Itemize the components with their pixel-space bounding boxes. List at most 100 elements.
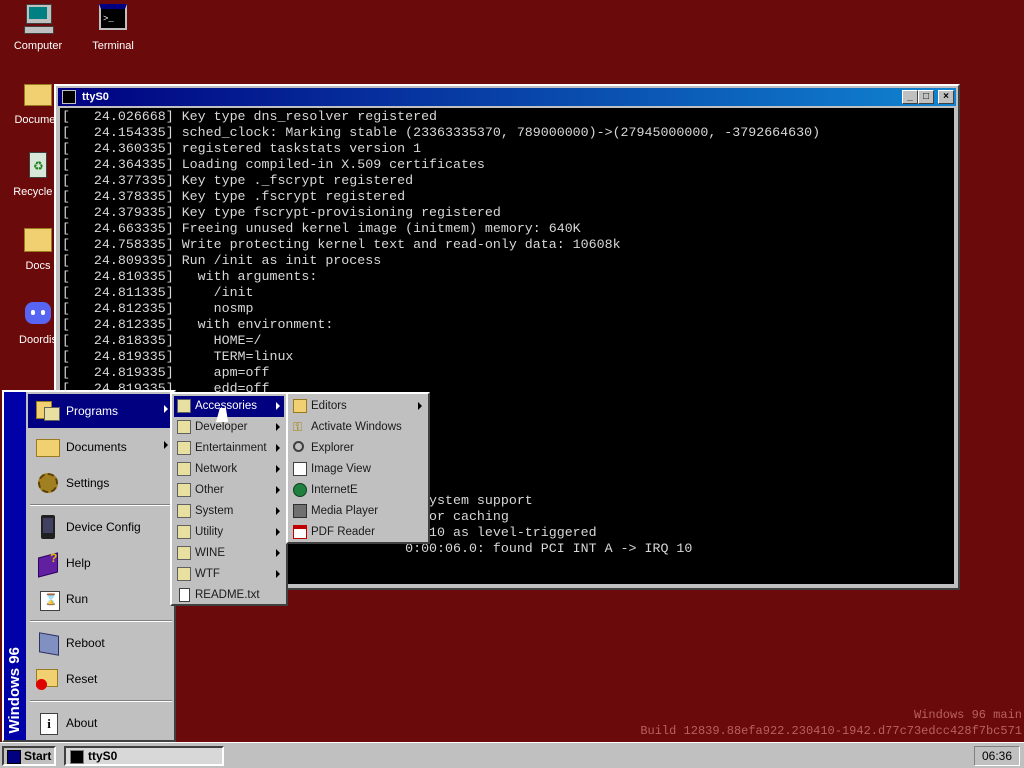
chevron-right-icon — [276, 570, 280, 578]
start-button[interactable]: Start — [2, 746, 56, 766]
start-menu-item-label: Settings — [66, 476, 110, 490]
start-menu-item-label: Programs — [66, 404, 119, 418]
terminal-line: [ 24.818335] HOME=/ — [62, 333, 262, 348]
taskbar-clock: 06:36 — [974, 746, 1020, 766]
programs-item-wtf[interactable]: WTF — [174, 564, 284, 585]
terminal-line: [ 24.758335] Write protecting kernel tex… — [62, 237, 621, 252]
desktop-icon-terminal[interactable]: >_ Terminal — [78, 4, 148, 52]
maximize-button[interactable]: □ — [918, 90, 934, 104]
text-file-icon — [179, 588, 190, 602]
program-group-icon — [177, 483, 191, 497]
chevron-right-icon — [276, 444, 280, 452]
image-view-icon — [293, 462, 307, 476]
terminal-line: [ 24.379335] Key type fscrypt-provisioni… — [62, 205, 501, 220]
terminal-line: [ 24.154335] sched_clock: Marking stable… — [62, 125, 821, 140]
accessories-item-activate-windows[interactable]: ⚿ Activate Windows — [290, 417, 426, 438]
start-menu-item-device-config[interactable]: Device Config — [28, 510, 174, 544]
chevron-right-icon — [276, 486, 280, 494]
computer-icon — [22, 4, 54, 36]
start-menu-item-label: Documents — [66, 440, 127, 454]
key-icon: ⚿ — [293, 420, 303, 434]
minimize-button[interactable]: _ — [902, 90, 918, 104]
accessories-item-explorer[interactable]: Explorer — [290, 438, 426, 459]
accessories-item-label: Editors — [311, 400, 347, 412]
start-menu-item-label: Help — [66, 556, 91, 570]
accessories-item-label: Media Player — [311, 505, 379, 517]
accessories-item-media-player[interactable]: Media Player — [290, 501, 426, 522]
start-menu-item-programs[interactable]: Programs — [28, 394, 174, 428]
documents-icon — [36, 435, 60, 459]
desktop-icon-label: Terminal — [92, 40, 134, 52]
programs-item-system[interactable]: System — [174, 501, 284, 522]
folder-icon — [22, 224, 54, 256]
accessories-item-image-view[interactable]: Image View — [290, 459, 426, 480]
chevron-right-icon — [164, 405, 168, 413]
programs-submenu: Accessories Developer Entertainment Netw… — [170, 392, 288, 606]
programs-icon — [36, 399, 60, 423]
start-menu-item-label: Device Config — [66, 520, 141, 534]
programs-item-label: README.txt — [195, 589, 260, 601]
programs-item-network[interactable]: Network — [174, 459, 284, 480]
terminal-line: [ 24.812335] nosmp — [62, 301, 254, 316]
program-group-icon — [177, 462, 191, 476]
close-button[interactable]: × — [938, 90, 954, 104]
desktop-icon-computer[interactable]: Computer — [3, 4, 73, 52]
accessories-item-editors[interactable]: Editors — [290, 396, 426, 417]
programs-item-readme[interactable]: README.txt — [174, 585, 284, 606]
accessories-item-label: InternetE — [311, 484, 358, 496]
chevron-right-icon — [418, 402, 422, 410]
start-menu-item-run[interactable]: ⌛ Run — [28, 582, 174, 616]
program-group-icon — [177, 399, 191, 413]
terminal-line: [ 24.809335] Run /init as init process — [62, 253, 382, 268]
terminal-line: [ 24.364335] Loading compiled-in X.509 c… — [62, 157, 485, 172]
start-menu-item-reboot[interactable]: Reboot — [28, 626, 174, 660]
accessories-submenu: Editors ⚿ Activate Windows Explorer Imag… — [286, 392, 430, 544]
start-menu-banner: Windows 96 — [4, 392, 26, 740]
start-menu-item-documents[interactable]: Documents — [28, 430, 174, 464]
accessories-item-label: Image View — [311, 463, 371, 475]
start-menu-item-label: Reset — [66, 672, 98, 686]
chevron-right-icon — [276, 402, 280, 410]
chevron-right-icon — [276, 465, 280, 473]
accessories-item-pdf-reader[interactable]: PDF Reader — [290, 522, 426, 543]
start-menu-item-settings[interactable]: Settings — [28, 466, 174, 500]
terminal-line: [ 24.819335] apm=off — [62, 365, 270, 380]
taskbar-item-ttys0[interactable]: ttyS0 — [64, 746, 224, 766]
terminal-line: [ 24.811335] /init — [62, 285, 254, 300]
program-group-icon — [177, 441, 191, 455]
desktop-icon-label: Computer — [13, 40, 63, 52]
programs-item-utility[interactable]: Utility — [174, 522, 284, 543]
settings-icon — [36, 471, 60, 495]
programs-item-wine[interactable]: WINE — [174, 543, 284, 564]
about-icon: i — [36, 711, 60, 735]
programs-item-other[interactable]: Other — [174, 480, 284, 501]
build-watermark-line1: Windows 96 main — [913, 708, 1022, 722]
terminal-line: [ 24.810335] with arguments: — [62, 269, 318, 284]
accessories-item-internete[interactable]: InternetE — [290, 480, 426, 501]
start-menu-item-reset[interactable]: Reset — [28, 662, 174, 696]
programs-item-label: Entertainment — [195, 442, 267, 454]
accessories-item-label: Activate Windows — [311, 421, 402, 433]
menu-separator — [30, 504, 172, 506]
program-group-icon — [177, 546, 191, 560]
media-player-icon — [293, 504, 307, 518]
chevron-right-icon — [164, 441, 168, 449]
programs-item-entertainment[interactable]: Entertainment — [174, 438, 284, 459]
programs-item-label: Utility — [195, 526, 224, 538]
explorer-icon — [293, 441, 304, 452]
program-group-icon — [177, 567, 191, 581]
chevron-right-icon — [276, 549, 280, 557]
window-titlebar[interactable]: ttyS0 _ □ × — [58, 88, 956, 106]
chevron-right-icon — [276, 528, 280, 536]
programs-item-label: Network — [195, 463, 238, 475]
program-group-icon — [177, 525, 191, 539]
chevron-right-icon — [276, 507, 280, 515]
start-menu-item-about[interactable]: i About — [28, 706, 174, 740]
start-menu-banner-text: Windows 96 — [6, 647, 23, 734]
terminal-line: [ 24.812335] with environment: — [62, 317, 334, 332]
start-menu-item-help[interactable]: ? Help — [28, 546, 174, 580]
recycle-bin-icon: ♻ — [22, 150, 54, 182]
programs-item-developer[interactable]: Developer — [174, 417, 284, 438]
window-title: ttyS0 — [82, 91, 109, 103]
terminal-line: [ 24.819335] TERM=linux — [62, 349, 294, 364]
